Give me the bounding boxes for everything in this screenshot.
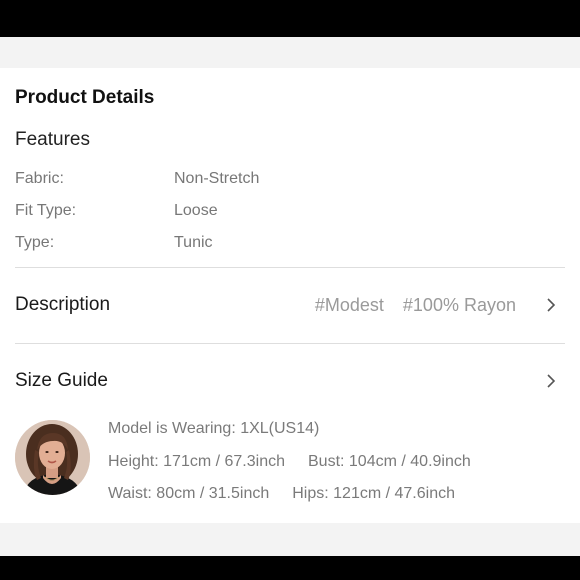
description-label: Description — [15, 294, 111, 315]
top-spacer — [0, 37, 580, 68]
spec-value: Loose — [174, 202, 218, 219]
model-height: Height: 171cm / 67.3inch — [108, 453, 285, 470]
bottom-spacer — [0, 523, 580, 556]
spec-row-fabric: Fabric: Non-Stretch — [15, 170, 565, 192]
tag-rayon: #100% Rayon — [402, 295, 516, 315]
product-details-title: Product Details — [15, 87, 155, 108]
product-details-card: Product Details Features Fabric: Non-Str… — [0, 68, 580, 523]
spec-row-type: Type: Tunic — [15, 234, 565, 256]
description-tags: #Modest #100% Rayon — [301, 295, 516, 316]
size-guide-label: Size Guide — [15, 370, 108, 391]
bottom-black-bar — [0, 556, 580, 580]
spec-label: Fabric: — [15, 170, 64, 187]
spec-label: Type: — [15, 234, 55, 251]
tag-modest: #Modest — [314, 295, 384, 315]
model-avatar — [15, 420, 90, 495]
spec-label: Fit Type: — [15, 202, 77, 219]
model-bust: Bust: 104cm / 40.9inch — [308, 453, 471, 470]
top-black-bar — [0, 0, 580, 37]
features-heading: Features — [15, 129, 90, 150]
model-wearing-text: Model is Wearing: 1XL(US14) — [108, 420, 320, 437]
model-hips: Hips: 121cm / 47.6inch — [292, 485, 455, 502]
spec-row-fit-type: Fit Type: Loose — [15, 202, 565, 224]
model-waist: Waist: 80cm / 31.5inch — [108, 485, 270, 502]
size-guide-row[interactable]: Size Guide — [0, 344, 580, 404]
spec-value: Tunic — [174, 234, 213, 251]
description-row[interactable]: Description #Modest #100% Rayon — [0, 268, 580, 343]
model-height-bust-line: Height: 171cm / 67.3inch Bust: 104cm / 40… — [108, 453, 471, 471]
spec-value: Non-Stretch — [174, 170, 260, 187]
chevron-right-icon — [544, 298, 558, 312]
model-waist-hips-line: Waist: 80cm / 31.5inch Hips: 121cm / 47.6… — [108, 485, 455, 503]
chevron-right-icon — [544, 374, 558, 388]
